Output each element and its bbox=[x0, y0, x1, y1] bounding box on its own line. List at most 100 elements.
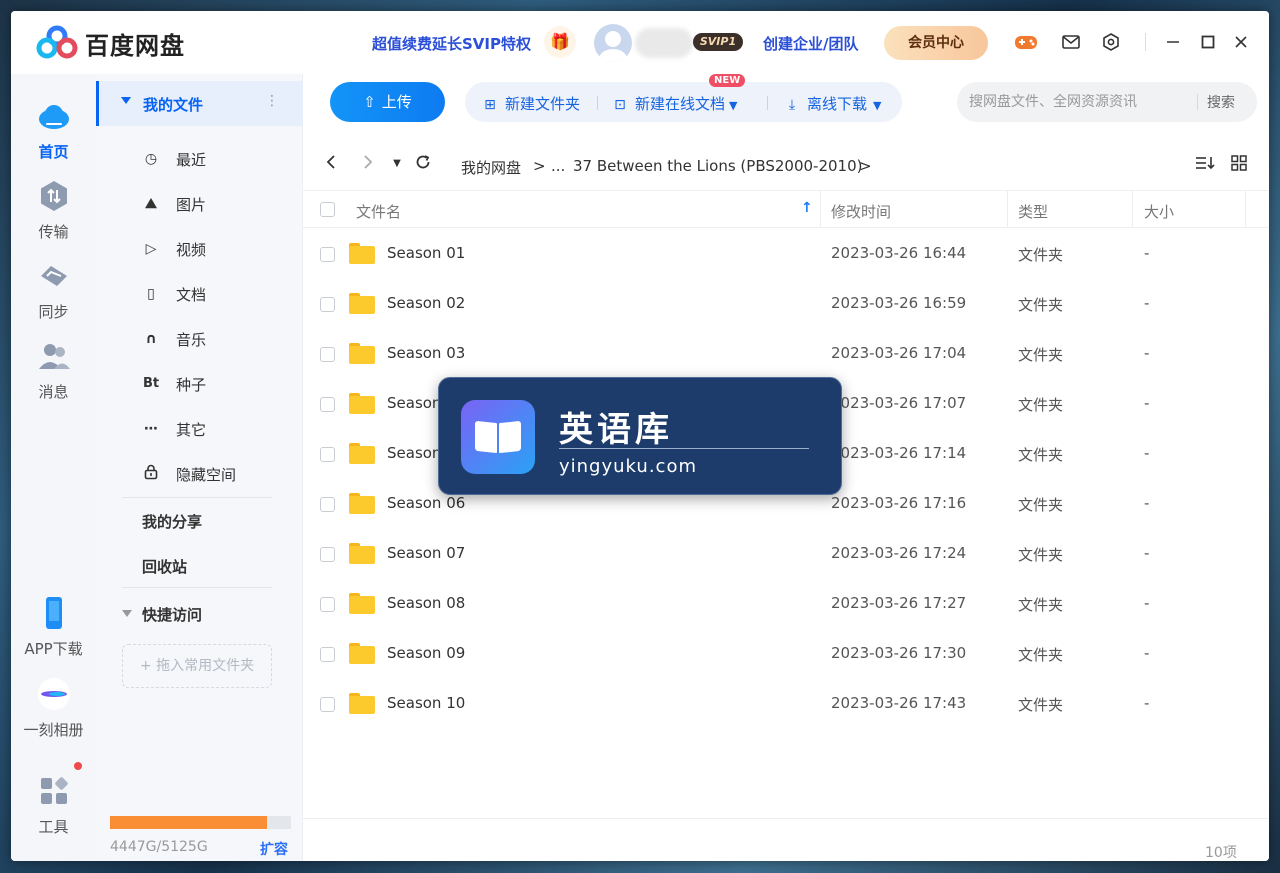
history-dropdown-icon[interactable]: ▼ bbox=[387, 158, 407, 169]
row-checkbox[interactable] bbox=[320, 347, 335, 362]
column-divider[interactable] bbox=[1007, 191, 1008, 228]
upload-button[interactable]: ⇧ 上传 bbox=[330, 82, 445, 122]
sidebar-item-torrents[interactable]: Bt 种子 bbox=[96, 364, 303, 404]
file-type: 文件夹 bbox=[1018, 346, 1064, 364]
sidebar-item-label: 其它 bbox=[176, 421, 207, 439]
file-name[interactable]: Season 07 bbox=[387, 544, 465, 562]
row-checkbox[interactable] bbox=[320, 497, 335, 512]
file-name[interactable]: Season 01 bbox=[387, 244, 465, 262]
footer-divider bbox=[303, 818, 1269, 819]
sidebar-item-documents[interactable]: ▯ 文档 bbox=[96, 274, 303, 314]
headphones-icon: ∩ bbox=[145, 331, 157, 347]
column-divider[interactable] bbox=[1245, 191, 1246, 228]
sidebar-item-my-share[interactable]: 我的分享 bbox=[142, 511, 202, 532]
sidebar-item-my-files[interactable]: 我的文件 ⋮ bbox=[96, 81, 303, 126]
close-icon[interactable] bbox=[1228, 29, 1254, 55]
column-divider[interactable] bbox=[820, 191, 821, 228]
back-icon[interactable] bbox=[321, 154, 341, 175]
rail-item-app-download[interactable]: APP下载 bbox=[11, 596, 96, 659]
search-input[interactable] bbox=[969, 92, 1197, 112]
row-checkbox[interactable] bbox=[320, 247, 335, 262]
file-name[interactable]: Season 09 bbox=[387, 644, 465, 662]
rail-item-transfer[interactable]: 传输 bbox=[11, 179, 96, 242]
sidebar-item-recycle-bin[interactable]: 回收站 bbox=[142, 556, 187, 577]
row-checkbox[interactable] bbox=[320, 647, 335, 662]
sort-ascending-icon[interactable]: ↑ bbox=[801, 200, 813, 216]
new-folder-button[interactable]: ⊞ 新建文件夹 bbox=[481, 93, 580, 114]
table-row[interactable]: Season 08 2023-03-26 17:27 文件夹 - bbox=[303, 579, 1269, 629]
column-header-modified[interactable]: 修改时间 bbox=[831, 201, 891, 222]
rail-label: 传输 bbox=[38, 223, 69, 241]
column-header-size[interactable]: 大小 bbox=[1144, 201, 1174, 222]
grid-view-icon[interactable] bbox=[1231, 155, 1247, 176]
settings-icon[interactable] bbox=[1098, 29, 1124, 55]
rail-item-album[interactable]: 一刻相册 bbox=[11, 677, 96, 740]
row-checkbox[interactable] bbox=[320, 297, 335, 312]
sidebar-item-images[interactable]: ⛰ 图片 bbox=[96, 184, 303, 224]
file-name[interactable]: Season 03 bbox=[387, 344, 465, 362]
svip-promo-link[interactable]: 超值续费延长SVIP特权 bbox=[372, 33, 531, 54]
sidebar-item-quick-access[interactable]: 快捷访问 bbox=[142, 604, 202, 625]
rail-label: 一刻相册 bbox=[23, 721, 84, 739]
column-divider[interactable] bbox=[1132, 191, 1133, 228]
offline-download-button[interactable]: ⤓ 离线下载 ▼ bbox=[783, 93, 882, 114]
collapse-triangle-icon[interactable] bbox=[121, 97, 131, 104]
sidebar-item-recent[interactable]: ◷ 最近 bbox=[96, 139, 303, 179]
svip-badge[interactable]: SVIP1 bbox=[693, 33, 743, 51]
row-checkbox[interactable] bbox=[320, 697, 335, 712]
file-modified: 2023-03-26 17:16 bbox=[831, 494, 967, 512]
create-enterprise-link[interactable]: 创建企业/团队 bbox=[763, 33, 858, 54]
rail-item-home[interactable]: 首页 bbox=[11, 99, 96, 162]
vip-center-button[interactable]: 会员中心 bbox=[884, 26, 988, 60]
watermark-banner: 英语库 yingyuku.com bbox=[438, 377, 842, 495]
sort-list-icon[interactable] bbox=[1195, 155, 1215, 176]
table-row[interactable]: Season 01 2023-03-26 16:44 文件夹 - bbox=[303, 229, 1269, 279]
avatar[interactable] bbox=[594, 24, 632, 62]
toolbar-divider bbox=[597, 96, 598, 110]
row-checkbox[interactable] bbox=[320, 547, 335, 562]
row-checkbox[interactable] bbox=[320, 397, 335, 412]
rail-item-message[interactable]: 消息 bbox=[11, 339, 96, 402]
sidebar-item-hidden-space[interactable]: 隐藏空间 bbox=[96, 454, 303, 494]
sidebar-item-other[interactable]: ⋯ 其它 bbox=[96, 409, 303, 449]
file-type: 文件夹 bbox=[1018, 446, 1064, 464]
quick-access-dropzone[interactable]: + 拖入常用文件夹 bbox=[122, 644, 272, 688]
more-vertical-icon[interactable]: ⋮ bbox=[265, 93, 279, 109]
game-icon[interactable] bbox=[1013, 29, 1039, 55]
app-window: 百度网盘 超值续费延长SVIP特权 🎁 SVIP1 创建企业/团队 会员中心 首… bbox=[11, 11, 1269, 861]
username-redacted[interactable] bbox=[635, 28, 693, 58]
rail-item-tools[interactable]: 工具 bbox=[11, 774, 96, 837]
file-name[interactable]: Season 10 bbox=[387, 694, 465, 712]
row-checkbox[interactable] bbox=[320, 597, 335, 612]
select-all-checkbox[interactable] bbox=[320, 202, 335, 217]
table-row[interactable]: Season 09 2023-03-26 17:30 文件夹 - bbox=[303, 629, 1269, 679]
table-row[interactable]: Season 10 2023-03-26 17:43 文件夹 - bbox=[303, 679, 1269, 729]
file-name[interactable]: Season 06 bbox=[387, 494, 465, 512]
minimize-icon[interactable] bbox=[1160, 29, 1186, 55]
gift-icon[interactable]: 🎁 bbox=[544, 26, 576, 58]
new-online-doc-button[interactable]: ⊡ 新建在线文档 ▼ bbox=[611, 93, 737, 114]
file-modified: 2023-03-26 17:43 bbox=[831, 694, 967, 712]
search-button[interactable]: 搜索 bbox=[1207, 92, 1235, 112]
sidebar-item-videos[interactable]: ▷ 视频 bbox=[96, 229, 303, 269]
table-row[interactable]: Season 03 2023-03-26 17:04 文件夹 - bbox=[303, 329, 1269, 379]
collapse-triangle-icon[interactable] bbox=[122, 610, 132, 617]
table-row[interactable]: Season 07 2023-03-26 17:24 文件夹 - bbox=[303, 529, 1269, 579]
forward-icon[interactable] bbox=[358, 154, 378, 175]
mail-icon[interactable] bbox=[1058, 29, 1084, 55]
refresh-icon[interactable] bbox=[413, 154, 433, 175]
file-name[interactable]: Season 08 bbox=[387, 594, 465, 612]
file-name[interactable]: Season 02 bbox=[387, 294, 465, 312]
column-header-type[interactable]: 类型 bbox=[1018, 201, 1048, 222]
sidebar-item-music[interactable]: ∩ 音乐 bbox=[96, 319, 303, 359]
column-header-name[interactable]: 文件名 bbox=[356, 201, 401, 222]
breadcrumb-root[interactable]: 我的网盘 bbox=[461, 157, 521, 178]
breadcrumb-ellipsis[interactable]: ... bbox=[551, 157, 565, 175]
title-bar: 百度网盘 超值续费延长SVIP特权 🎁 SVIP1 创建企业/团队 会员中心 bbox=[11, 11, 1269, 74]
expand-storage-link[interactable]: 扩容 bbox=[260, 839, 288, 859]
rail-item-sync[interactable]: 同步 bbox=[11, 259, 96, 322]
maximize-icon[interactable] bbox=[1195, 29, 1221, 55]
folder-icon bbox=[349, 693, 375, 714]
table-row[interactable]: Season 02 2023-03-26 16:59 文件夹 - bbox=[303, 279, 1269, 329]
row-checkbox[interactable] bbox=[320, 447, 335, 462]
